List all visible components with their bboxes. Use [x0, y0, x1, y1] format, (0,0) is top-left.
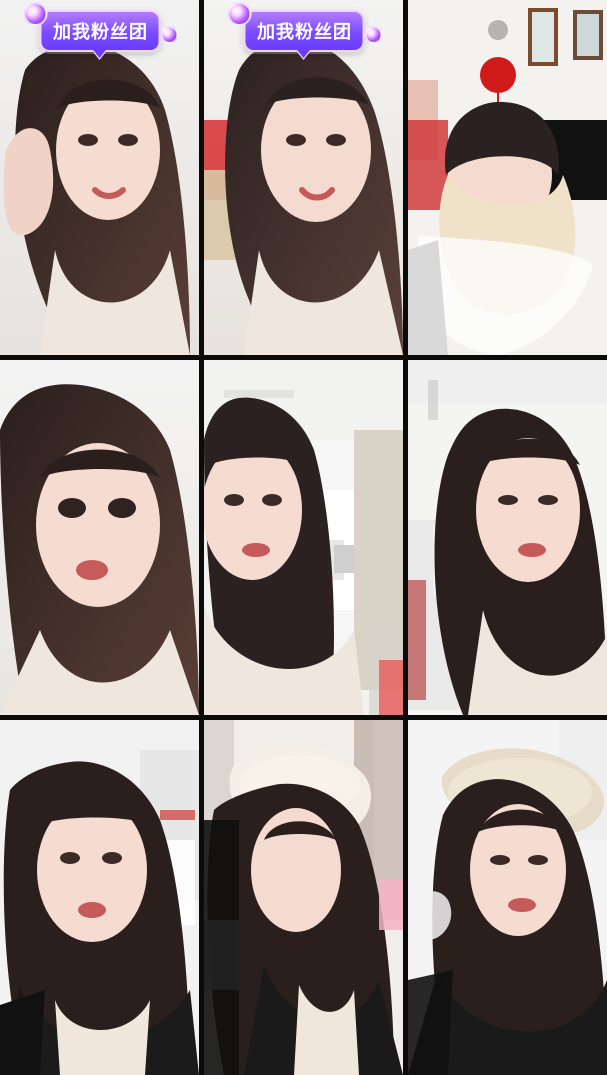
sparkle-dot-icon	[160, 26, 178, 44]
video-tile-9[interactable]	[408, 720, 607, 1075]
selfie-scene-7	[0, 720, 199, 1075]
disco-ball-icon	[23, 2, 47, 26]
living-room-scene-6	[408, 360, 607, 715]
fan-group-badge-text: 加我粉丝团	[257, 22, 352, 43]
fan-group-badge[interactable]: 加我粉丝团	[227, 2, 382, 52]
fan-group-badge-text: 加我粉丝团	[53, 22, 148, 43]
video-tile-5[interactable]	[204, 360, 403, 715]
video-tile-6[interactable]	[408, 360, 607, 715]
video-tile-7[interactable]	[0, 720, 199, 1075]
fan-group-badge[interactable]: 加我粉丝团	[23, 2, 178, 52]
bedroom-scene-8	[204, 720, 403, 1075]
disco-ball-icon	[227, 2, 251, 26]
sparkle-dot-icon	[364, 26, 382, 44]
selfie-scene-4	[0, 360, 199, 715]
video-tile-8[interactable]	[204, 720, 403, 1075]
video-tile-1[interactable]: 加我粉丝团	[0, 0, 199, 355]
kitchen-scene-5	[204, 360, 403, 715]
video-grid: 加我粉丝团 加我粉丝团	[0, 0, 607, 1075]
room-scene-3	[408, 0, 607, 355]
video-tile-3[interactable]	[408, 0, 607, 355]
selfie-scene-9	[408, 720, 607, 1075]
video-tile-4[interactable]	[0, 360, 199, 715]
video-tile-2[interactable]: 加我粉丝团	[204, 0, 403, 355]
